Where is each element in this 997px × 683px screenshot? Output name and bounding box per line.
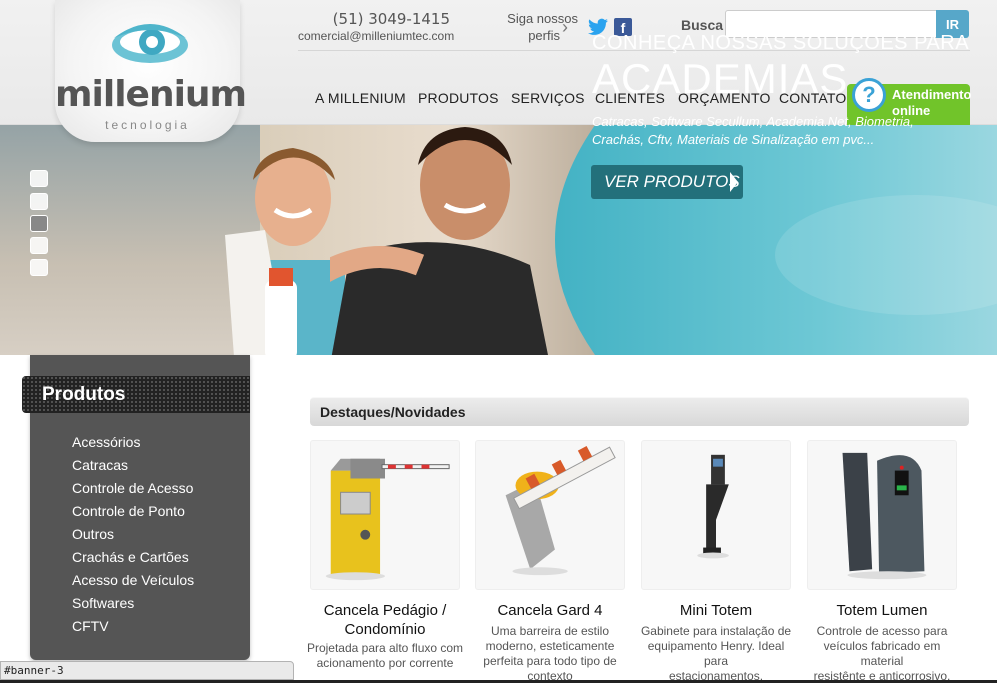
product-name-line2: Condomínio [344, 621, 426, 638]
banner-teal-panel [555, 125, 997, 355]
sidebar-item-cftv[interactable]: CFTV [72, 618, 109, 634]
product-image[interactable] [807, 440, 957, 590]
arrow-right-icon [730, 172, 738, 192]
banner-description-line1: Catracas, Software Secullum, Academia.Ne… [592, 114, 914, 129]
eye-logo-icon [112, 24, 188, 63]
banner-title: ACADEMIAS [592, 55, 849, 102]
product-desc-line1: Uma barreira de estilo [490, 624, 610, 638]
product-desc-line1: Controle de acesso para [816, 624, 948, 638]
nav-produtos[interactable]: PRODUTOS [418, 90, 499, 106]
product-image[interactable] [641, 440, 791, 590]
destaques-header: Destaques/Novidades [310, 397, 969, 426]
contact-info: (51) 3049-1415 comercial@milleniumtec.co… [298, 10, 454, 43]
phone-number: (51) 3049-1415 [332, 10, 450, 28]
product-description: Gabinete para instalação de equipamento … [636, 624, 796, 683]
product-card-totem-lumen[interactable]: Totem Lumen Controle de acesso para veíc… [807, 440, 962, 683]
product-card-mini-totem[interactable]: Mini Totem Gabinete para instalação de e… [641, 440, 796, 683]
product-desc-line2: moderno, esteticamente [485, 639, 615, 653]
product-name[interactable]: Cancela Gard 4 [470, 601, 630, 620]
product-desc-line1: Gabinete para instalação de [640, 624, 792, 638]
product-desc-line2: acionamento por corrente [316, 656, 454, 670]
product-name-line1: Cancela Pedágio / [323, 602, 447, 619]
chevron-right-icon: › [562, 17, 568, 37]
sidebar-item-acessorios[interactable]: Acessórios [72, 434, 140, 450]
ver-produtos-button[interactable]: VER PRODUTOS [591, 165, 743, 199]
product-image[interactable] [310, 440, 460, 590]
slide-dot-4[interactable] [30, 237, 48, 254]
sidebar-item-controle-de-ponto[interactable]: Controle de Ponto [72, 503, 185, 519]
product-description: Controle de acesso para veículos fabrica… [802, 624, 962, 683]
product-image[interactable] [475, 440, 625, 590]
product-card-cancela-pedagio[interactable]: Cancela Pedágio / Condomínio Projetada p… [307, 440, 465, 680]
sidebar-item-controle-de-acesso[interactable]: Controle de Acesso [72, 480, 193, 496]
sidebar-title: Produtos [22, 376, 250, 413]
product-name[interactable]: Cancela Pedágio / Condomínio [305, 601, 465, 639]
banner-kicker: CONHEÇA NOSSAS SOLUÇÕES PARA [592, 32, 970, 54]
help-icon: ? [852, 78, 886, 112]
sidebar-item-catracas[interactable]: Catracas [72, 457, 128, 473]
hero-banner [0, 125, 997, 355]
product-name[interactable]: Mini Totem [636, 601, 796, 620]
email-link[interactable]: comercial@milleniumtec.com [298, 29, 454, 43]
logo-name: millenium [55, 74, 247, 115]
social-label-line2: perfis [528, 28, 560, 43]
sidebar-item-crachas[interactable]: Crachás e Cartões [72, 549, 189, 565]
product-desc-line1: Projetada para alto fluxo com [306, 641, 464, 655]
banner-description-line2: Crachás, Cftv, Materiais de Sinalização … [592, 132, 875, 147]
sidebar-item-outros[interactable]: Outros [72, 526, 114, 542]
slide-dot-5[interactable] [30, 259, 48, 276]
banner-description: Catracas, Software Secullum, Academia.Ne… [592, 113, 922, 149]
slide-dot-1[interactable] [30, 170, 48, 187]
product-desc-line2: equipamento Henry. Ideal para [647, 639, 785, 668]
sidebar-item-softwares[interactable]: Softwares [72, 595, 134, 611]
product-card-cancela-gard-4[interactable]: Cancela Gard 4 Uma barreira de estilo mo… [475, 440, 630, 683]
product-name[interactable]: Totem Lumen [802, 601, 962, 620]
product-name-line1: Totem Lumen [836, 602, 928, 619]
slide-dot-2[interactable] [30, 193, 48, 210]
sidebar-item-acesso-veiculos[interactable]: Acesso de Veículos [72, 572, 194, 588]
search-label: Busca [681, 17, 724, 33]
product-description: Projetada para alto fluxo com acionament… [305, 641, 465, 671]
product-name-line1: Mini Totem [679, 602, 753, 619]
site-logo[interactable]: millenium tecnologia [55, 0, 247, 142]
destaques-title: Destaques/Novidades [320, 404, 466, 420]
browser-status-bar: #banner-3 [0, 661, 294, 680]
product-name-line1: Cancela Gard 4 [497, 602, 603, 619]
product-desc-line3: perfeita para todo tipo de [483, 654, 617, 668]
slide-dot-3[interactable] [30, 215, 48, 232]
sidebar-title-text: Produtos [42, 384, 126, 405]
man-photo [330, 127, 548, 355]
product-description: Uma barreira de estilo moderno, estetica… [470, 624, 630, 683]
product-desc-line2: veículos fabricado em material [823, 639, 941, 668]
nav-servicos[interactable]: SERVIÇOS [511, 90, 585, 106]
nav-a-millenium[interactable]: A MILLENIUM [315, 90, 406, 106]
atendimento-line1: Atendimento [892, 87, 972, 102]
logo-tagline: tecnologia [105, 118, 190, 132]
